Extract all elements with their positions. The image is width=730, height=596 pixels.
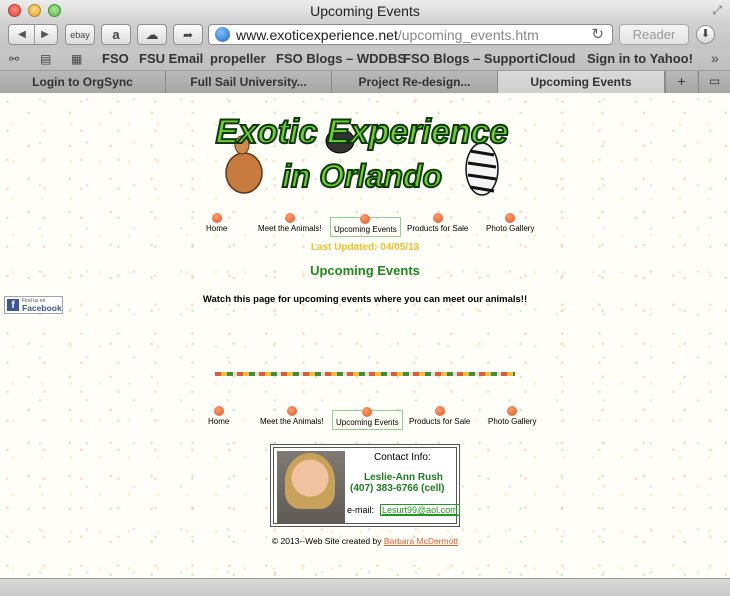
nav-meet-the-animals-bottom[interactable]: Meet the Animals! [260,406,324,426]
nav-bullet-icon [432,213,443,223]
contact-card: Contact Info: Leslie-Ann Rush (407) 383-… [270,444,460,527]
tab-bar: Login to OrgSync Full Sail University...… [0,71,730,94]
back-forward-group: ◀ ▶ [8,24,58,45]
nav-photo-gallery[interactable]: Photo Gallery [486,213,534,233]
logo-line1: Exotic Experience [216,113,509,151]
bookmark-fso-blogs-support[interactable]: FSO Blogs – Support [403,51,534,66]
nav-home-bottom[interactable]: Home [208,406,229,426]
more-bookmarks-icon[interactable]: » [711,50,719,66]
address-bar[interactable]: www.exoticexperience.net/upcoming_events… [208,24,613,45]
contact-phone: (407) 383-6766 (cell) [350,483,445,494]
bookmark-yahoo[interactable]: Sign in to Yahoo! [587,51,693,66]
tab-upcoming-events[interactable]: Upcoming Events [498,71,665,93]
share-icon: ➦ [182,27,194,42]
cloud-icon: ☁ [145,26,159,42]
site-logo[interactable]: Exotic Experience in Orlando [214,101,510,211]
bookmarks-book-icon[interactable]: ▤ [40,52,51,66]
window-title: Upcoming Events [310,3,420,19]
browser-toolbar: ◀ ▶ ebay a ☁ ➦ www.exoticexperience.net/… [0,22,730,48]
intro-text: Watch this page for upcoming events wher… [202,294,528,305]
share-button[interactable]: ➦ [173,24,203,45]
url-host: www.exoticexperience.net [236,27,398,43]
kangaroo-illustration [225,152,263,194]
nav-bullet-icon [362,407,373,417]
contact-name: Leslie-Ann Rush [364,472,443,483]
nav-home[interactable]: Home [206,213,227,233]
nav-bullet-icon [507,406,518,416]
last-updated: Last Updated: 04/05/13 [310,242,420,253]
nav-bullet-icon [286,406,297,416]
amazon-bookmark-button[interactable]: a [101,24,131,45]
bookmark-fsu-email[interactable]: FSU Email [139,51,203,66]
tab-full-sail[interactable]: Full Sail University... [166,71,332,93]
fullscreen-icon[interactable]: ⤢ [712,3,722,18]
icloud-tabs-button[interactable]: ☁ [137,24,167,45]
url-path: /upcoming_events.htm [397,27,539,43]
nav-bullet-icon [360,214,371,224]
bookmark-propeller[interactable]: propeller [210,51,266,66]
reader-button[interactable]: Reader [619,24,689,45]
bookmarks-bar: ⚯ ▤ ▦ FSO FSU Email propeller FSO Blogs … [0,48,730,71]
footer: © 2013--Web Site created by Barbara McDe… [0,536,730,546]
tab-orgsync[interactable]: Login to OrgSync [0,71,166,93]
decorative-divider [215,372,515,376]
globe-icon [215,27,230,42]
bookmark-fso-blogs-wddbs[interactable]: FSO Blogs – WDDBS [276,51,406,66]
nav-bullet-icon [505,213,516,223]
bookmark-icloud[interactable]: iCloud [535,51,575,66]
contact-title: Contact Info: [374,452,431,463]
web-page: Exotic Experience in Orlando Home Meet t… [0,93,730,578]
nav-meet-the-animals[interactable]: Meet the Animals! [258,213,322,233]
footer-author-link[interactable]: Barbara McDermott [384,536,458,546]
hair-shape [285,453,335,509]
top-nav: Home Meet the Animals! Upcoming Events P… [0,213,730,237]
owner-photo [277,451,345,524]
bottom-nav: Home Meet the Animals! Upcoming Events P… [0,406,730,430]
nav-bullet-icon [434,406,445,416]
contact-email-link[interactable]: Lesurt99@aol.com [380,504,460,516]
ebay-bookmark-button[interactable]: ebay [65,24,95,45]
forward-button[interactable]: ▶ [34,25,55,44]
nav-upcoming-events[interactable]: Upcoming Events [330,214,401,237]
back-button[interactable]: ◀ [12,25,32,44]
contact-email-label: e-mail: [347,505,375,515]
bookmark-fso[interactable]: FSO [102,51,129,66]
tab-project-redesign[interactable]: Project Re-design... [332,71,498,93]
contact-card-inner: Contact Info: Leslie-Ann Rush (407) 383-… [273,447,460,524]
nav-products-for-sale-bottom[interactable]: Products for Sale [409,406,470,426]
title-bar: Upcoming Events ⤢ [0,0,730,22]
status-bar [0,578,730,596]
url-text[interactable]: www.exoticexperience.net/upcoming_events… [236,27,539,43]
page-heading: Upcoming Events [310,263,420,278]
reload-icon[interactable]: ↻ [591,25,604,43]
tab-overview-icon[interactable]: ▭ [698,71,730,93]
nav-products-for-sale[interactable]: Products for Sale [407,213,468,233]
downloads-icon[interactable]: ⬇ [696,25,715,44]
new-tab-button[interactable]: + [665,71,697,93]
top-sites-icon[interactable]: ▦ [71,52,82,66]
nav-photo-gallery-bottom[interactable]: Photo Gallery [488,406,536,426]
nav-bullet-icon [213,406,224,416]
footer-prefix: © 2013--Web Site created by [271,536,382,546]
nav-bullet-icon [211,213,222,223]
logo-line2: in Orlando [282,158,442,194]
nav-bullet-icon [284,213,295,223]
nav-upcoming-events-bottom[interactable]: Upcoming Events [332,407,403,430]
reading-list-icon[interactable]: ⚯ [9,52,19,66]
